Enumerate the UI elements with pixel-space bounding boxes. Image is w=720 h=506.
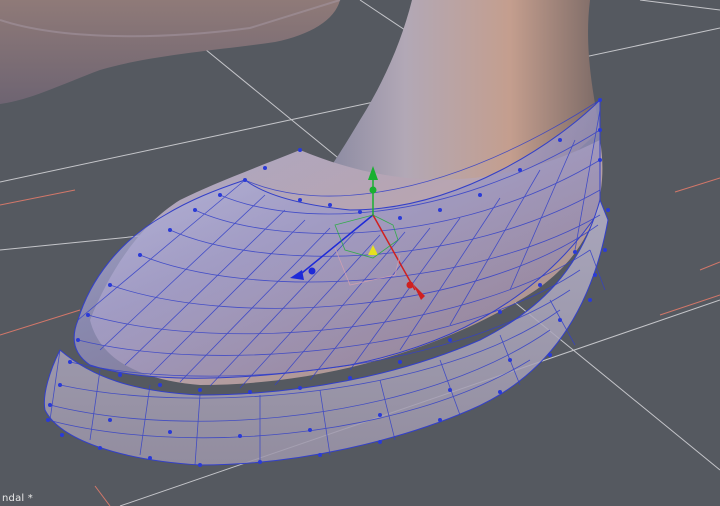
gizmo-y-handle xyxy=(369,186,377,194)
viewport-canvas[interactable] xyxy=(0,0,720,506)
3d-viewport[interactable]: ndal * xyxy=(0,0,720,506)
document-name-label: ndal * xyxy=(2,493,33,504)
gizmo-z-handle xyxy=(308,267,316,275)
gizmo-x-handle xyxy=(406,281,414,289)
